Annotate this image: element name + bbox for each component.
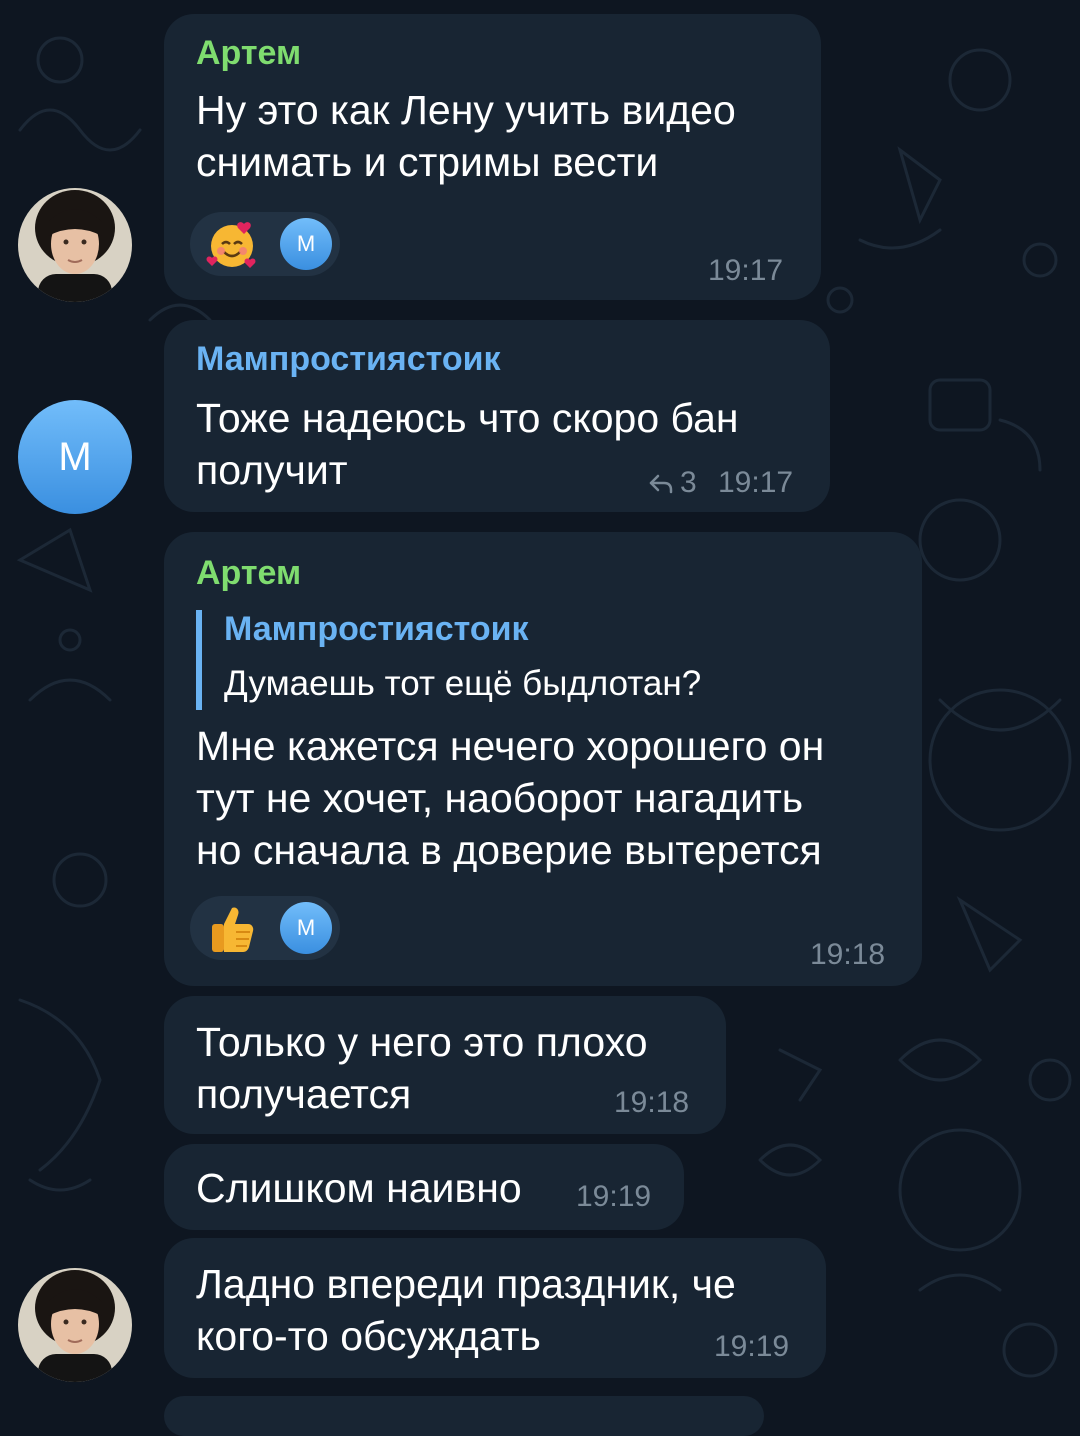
- message-time: 19:19: [714, 1330, 790, 1363]
- user-photo: [18, 188, 132, 302]
- message-text-line: получается: [196, 1071, 412, 1117]
- message-text-line: Тоже надеюсь что скоро бан: [196, 395, 739, 441]
- message-bubble-4[interactable]: Только у него это плохо получается 19:18: [164, 996, 726, 1134]
- user-photo: [18, 1268, 132, 1382]
- message-text-line: кого-то обсуждать: [196, 1313, 541, 1359]
- message-text-line: Только у него это плохо: [196, 1019, 648, 1065]
- quote-text: Думаешь тот ещё быдлотан?: [224, 664, 702, 703]
- sender-name[interactable]: Мампростиястоик: [196, 340, 501, 379]
- smiling-face-with-hearts-icon: [206, 222, 256, 268]
- message-bubble-5[interactable]: Слишком наивно 19:19: [164, 1144, 684, 1230]
- message-text-line: Ладно впереди праздник, че: [196, 1261, 736, 1307]
- message-time: 19:18: [810, 938, 886, 971]
- message-time: 19:18: [614, 1086, 690, 1119]
- message-text-line: Мне кажется нечего хорошего он: [196, 723, 825, 769]
- message-text-line: снимать и стримы вести: [196, 139, 659, 185]
- sender-name[interactable]: Артем: [196, 34, 301, 73]
- reaction-chip[interactable]: М: [190, 212, 340, 276]
- avatar-mamprostiyastoik[interactable]: М: [18, 400, 132, 514]
- message-time: 19:19: [576, 1180, 652, 1213]
- message-text-line: Ну это как Лену учить видео: [196, 87, 736, 133]
- reply-quote[interactable]: Мампростиястоик Думаешь тот ещё быдлотан…: [196, 610, 796, 710]
- reaction-user-avatar: М: [280, 218, 332, 270]
- reply-arrow-icon: [649, 474, 673, 494]
- avatar-artem[interactable]: [18, 188, 132, 302]
- message-time: 19:17: [708, 254, 784, 287]
- message-text-line: Слишком наивно: [196, 1165, 522, 1211]
- message-text-line: получит: [196, 447, 348, 493]
- message-text-line: но сначала в доверие вытерется: [196, 827, 822, 873]
- message-bubble-6[interactable]: Ладно впереди праздник, че кого-то обсуж…: [164, 1238, 826, 1378]
- reaction-user-avatar: М: [280, 902, 332, 954]
- reply-count[interactable]: 3: [648, 466, 697, 500]
- sender-name[interactable]: Артем: [196, 554, 301, 593]
- message-bubble-partial[interactable]: [164, 1396, 764, 1436]
- avatar-artem[interactable]: [18, 1268, 132, 1382]
- thumbs-up-icon: [212, 907, 254, 952]
- message-text-line: тут не хочет, наоборот нагадить: [196, 775, 804, 821]
- message-time: 19:17: [718, 466, 794, 499]
- reaction-chip[interactable]: М: [190, 896, 340, 960]
- quote-author: Мампростиястоик: [224, 610, 529, 648]
- reply-count-number: 3: [680, 466, 697, 499]
- message-bubble-3[interactable]: Артем Мампростиястоик Думаешь тот ещё бы…: [164, 532, 922, 986]
- message-bubble-1[interactable]: Артем Ну это как Лену учить видео снимат…: [164, 14, 821, 300]
- message-bubble-2[interactable]: Мампростиястоик Тоже надеюсь что скоро б…: [164, 320, 830, 512]
